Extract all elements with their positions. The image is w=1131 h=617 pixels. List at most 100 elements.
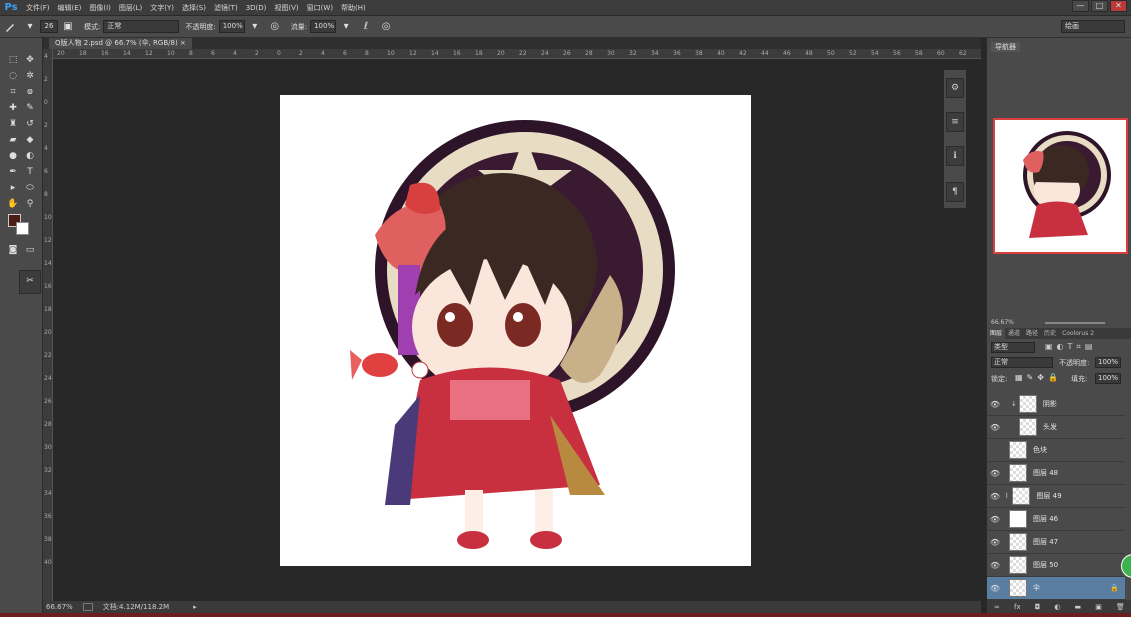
visibility-eye-icon[interactable]: 👁 xyxy=(987,423,1003,432)
paint-bucket-icon[interactable]: ◆ xyxy=(23,134,37,147)
document-canvas[interactable] xyxy=(280,95,751,566)
color-panel-icon[interactable]: ⚙ xyxy=(946,78,964,98)
pressure-size-icon[interactable]: ◎ xyxy=(379,20,393,34)
healing-brush-icon[interactable]: ✚ xyxy=(6,102,20,115)
brush-size-picker[interactable]: 26 xyxy=(40,20,58,33)
document-tab[interactable]: Q版人物 2.psd @ 66.7% (伞, RGB/8) × xyxy=(49,38,192,49)
status-icon[interactable] xyxy=(82,603,93,611)
layer-item-selected[interactable]: 👁 伞 🔒 xyxy=(987,577,1125,600)
pressure-opacity-icon[interactable]: ◎ xyxy=(268,20,282,34)
info-icon[interactable]: ℹ xyxy=(946,146,964,166)
navigator-tab[interactable]: 导航器 xyxy=(991,42,1020,52)
mode-select[interactable]: 正常 xyxy=(103,20,180,33)
brush-panel-icon[interactable]: ▣ xyxy=(61,20,75,34)
navigator-zoom[interactable]: 66.67% xyxy=(991,319,1014,326)
menu-layer[interactable]: 图层(L) xyxy=(115,3,146,13)
close-tab-icon[interactable]: × xyxy=(180,39,186,47)
fx-icon[interactable]: fx xyxy=(1014,603,1021,611)
close-button[interactable]: ✕ xyxy=(1110,0,1127,12)
menu-window[interactable]: 窗口(W) xyxy=(303,3,337,13)
magic-wand-icon[interactable]: ✲ xyxy=(23,70,37,83)
status-arrow-icon[interactable]: ▸ xyxy=(193,603,197,611)
airbrush-icon[interactable]: ℓ xyxy=(359,20,373,34)
opacity-field[interactable]: 100% xyxy=(218,20,245,33)
flow-field[interactable]: 100% xyxy=(310,20,337,33)
tab-paths[interactable]: 路径 xyxy=(1023,328,1041,339)
blur-tool-icon[interactable]: ● xyxy=(6,150,20,163)
type-tool-icon[interactable]: T xyxy=(23,166,37,179)
crop-tool-icon[interactable]: ⌗ xyxy=(6,86,20,99)
zoom-tool-icon[interactable]: ⚲ xyxy=(23,198,37,211)
eraser-icon[interactable]: ▰ xyxy=(6,134,20,147)
tab-channels[interactable]: 通道 xyxy=(1005,328,1023,339)
link-icon[interactable]: ∞ xyxy=(994,603,1000,611)
mask-icon[interactable]: ◘ xyxy=(1035,603,1041,611)
menu-type[interactable]: 文字(Y) xyxy=(146,3,178,13)
clone-stamp-icon[interactable]: ♜ xyxy=(6,118,20,131)
scissors-icon[interactable]: ✂ xyxy=(23,275,37,288)
layer-item[interactable]: 👁 图层 46 xyxy=(987,508,1125,531)
menu-file[interactable]: 文件(F) xyxy=(22,3,54,13)
chevron-down-icon[interactable]: ▾ xyxy=(23,20,37,34)
background-color-swatch[interactable] xyxy=(16,222,29,235)
layer-filter-select[interactable]: 类型 xyxy=(991,342,1035,353)
dodge-tool-icon[interactable]: ◐ xyxy=(23,150,37,163)
layer-opacity-field[interactable]: 100% xyxy=(1095,357,1121,368)
layer-item[interactable]: 👁 图层 48 xyxy=(987,462,1125,485)
lock-icons[interactable]: ▦✎✥🔒 xyxy=(1015,373,1062,382)
visibility-eye-icon[interactable]: 👁 xyxy=(987,400,1003,409)
zoom-slider[interactable] xyxy=(1045,322,1105,324)
visibility-box[interactable]: ▢ xyxy=(987,446,1003,455)
quick-mask-icon[interactable]: ◙ xyxy=(6,244,20,257)
menu-filter[interactable]: 滤镜(T) xyxy=(210,3,242,13)
new-layer-icon[interactable]: ▣ xyxy=(1095,603,1102,611)
ellipse-tool-icon[interactable]: ⬭ xyxy=(23,182,37,195)
move-tool-icon[interactable]: ✥ xyxy=(23,54,37,67)
zoom-level[interactable]: 66.67% xyxy=(46,603,73,611)
tab-history[interactable]: 历史 xyxy=(1041,328,1059,339)
history-brush-icon[interactable]: ↺ xyxy=(23,118,37,131)
brush-tool-icon[interactable]: ✎ xyxy=(23,102,37,115)
layer-item[interactable]: ▢ 色块 xyxy=(987,439,1125,462)
chevron-down-icon[interactable]: ▾ xyxy=(248,20,262,34)
layer-item[interactable]: 👁 图层 50 xyxy=(987,554,1125,577)
blend-mode-select[interactable]: 正常 xyxy=(991,357,1053,368)
maximize-button[interactable]: □ xyxy=(1091,0,1108,12)
path-select-icon[interactable]: ▸ xyxy=(6,182,20,195)
lasso-tool-icon[interactable]: ◌ xyxy=(6,70,20,83)
navigator-thumbnail[interactable] xyxy=(993,118,1128,254)
tab-coolorus[interactable]: Coolorus 2 xyxy=(1059,328,1097,339)
brush-tool-icon[interactable] xyxy=(3,20,17,34)
marquee-tool-icon[interactable]: ⬚ xyxy=(6,54,20,67)
folder-icon[interactable]: ▬ xyxy=(1075,603,1082,611)
hand-tool-icon[interactable]: ✋ xyxy=(6,198,20,211)
menu-3d[interactable]: 3D(D) xyxy=(242,4,271,12)
layer-item[interactable]: 👁 图层 47 xyxy=(987,531,1125,554)
menu-help[interactable]: 帮助(H) xyxy=(337,3,370,13)
minimize-button[interactable]: — xyxy=(1072,0,1089,12)
trash-icon[interactable]: 🗑 xyxy=(1116,603,1125,611)
eyedropper-icon[interactable]: ⱷ xyxy=(23,86,37,99)
adjustment-icon[interactable]: ◐ xyxy=(1054,603,1060,611)
menu-edit[interactable]: 编辑(E) xyxy=(54,3,86,13)
visibility-eye-icon[interactable]: 👁 xyxy=(987,492,1003,501)
chevron-down-icon[interactable]: ▾ xyxy=(339,20,353,34)
menu-select[interactable]: 选择(S) xyxy=(178,3,210,13)
visibility-eye-icon[interactable]: 👁 xyxy=(987,538,1003,547)
layer-item[interactable]: 👁 ⌇ 图层 49 xyxy=(987,485,1125,508)
visibility-eye-icon[interactable]: 👁 xyxy=(987,469,1003,478)
fill-field[interactable]: 100% xyxy=(1095,373,1121,384)
filter-icons[interactable]: ▣◐T⌗▤ xyxy=(1045,342,1097,352)
adjustments-icon[interactable]: ≡ xyxy=(946,112,964,132)
visibility-eye-icon[interactable]: 👁 xyxy=(987,584,1003,593)
pen-tool-icon[interactable]: ✒ xyxy=(6,166,20,179)
layer-item[interactable]: 👁 头发 xyxy=(987,416,1125,439)
menu-view[interactable]: 视图(V) xyxy=(270,3,302,13)
canvas-area[interactable] xyxy=(53,59,946,601)
screen-mode-icon[interactable]: ▭ xyxy=(23,244,37,257)
workspace-select[interactable]: 绘画 xyxy=(1061,20,1125,33)
menu-image[interactable]: 图像(I) xyxy=(85,3,115,13)
properties-icon[interactable]: ¶ xyxy=(946,182,964,202)
visibility-eye-icon[interactable]: 👁 xyxy=(987,515,1003,524)
tab-layers[interactable]: 图层 xyxy=(987,328,1006,339)
